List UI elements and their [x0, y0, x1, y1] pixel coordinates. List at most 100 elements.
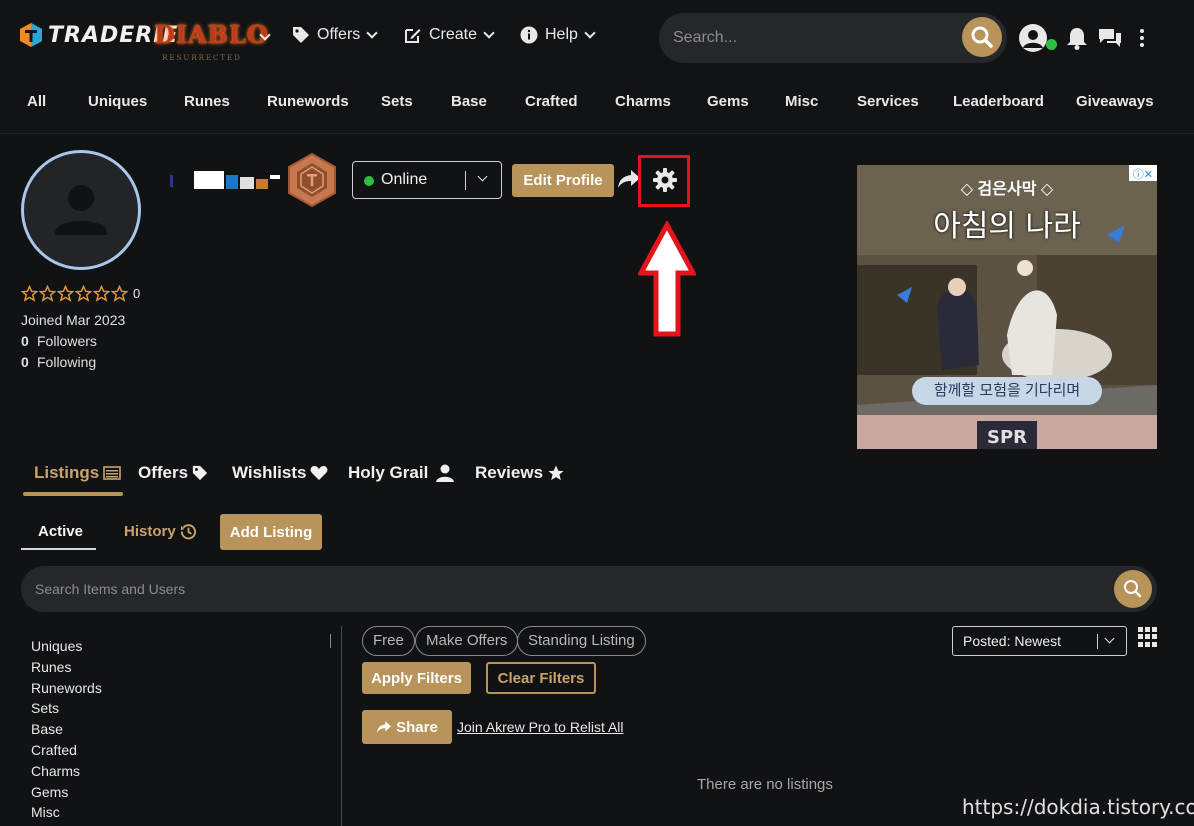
category-giveaways[interactable]: Giveaways [1076, 93, 1154, 110]
ad-tagline: 함께할 모험을 기다리며 [912, 377, 1102, 405]
select-divider [465, 171, 466, 190]
clear-filters-button[interactable]: Clear Filters [486, 662, 596, 694]
star-outline-icon [75, 285, 92, 302]
category-runewords[interactable]: Runewords [267, 93, 349, 110]
star-outline-icon [39, 285, 56, 302]
bell-icon[interactable] [1066, 26, 1088, 50]
filter-make-offers[interactable]: Make Offers [415, 626, 519, 656]
status-value: Online [381, 171, 428, 188]
star-outline-icon [21, 285, 38, 302]
listing-search-button[interactable] [1114, 570, 1152, 608]
joined-date: Joined Mar 2023 [21, 312, 126, 328]
status-select[interactable]: Online [352, 161, 502, 199]
category-runes[interactable]: Runes [184, 93, 230, 110]
svg-text:SPR: SPR [987, 427, 1027, 448]
advertisement-banner[interactable]: SPR ⓘ✕ ◇ 검은사막 ◇ 아침의 나라 함께할 모험을 기다리며 [857, 165, 1157, 449]
account-icon[interactable] [1019, 24, 1047, 52]
ad-title: ◇ 검은사막 ◇ [960, 181, 1054, 198]
sort-value: Posted: Newest [963, 633, 1062, 649]
sidebar-item-sets[interactable]: Sets [31, 698, 102, 719]
filter-standing-listing[interactable]: Standing Listing [517, 626, 646, 656]
nav-help[interactable]: Help [520, 26, 596, 44]
tab-holy-grail[interactable]: Holy Grail [348, 463, 455, 483]
game-logo[interactable]: DIABLO RESURRECTED [154, 12, 268, 68]
more-menu-icon[interactable] [1139, 29, 1145, 47]
sidebar-item-misc[interactable]: Misc [31, 802, 102, 823]
tag-icon [293, 27, 309, 43]
grid-view-icon[interactable] [1138, 627, 1158, 647]
category-charms[interactable]: Charms [615, 93, 671, 110]
rank-badge-icon [288, 152, 336, 208]
chevron-down-icon [483, 27, 495, 39]
category-gems[interactable]: Gems [707, 93, 749, 110]
sidebar-item-charms[interactable]: Charms [31, 761, 102, 782]
ad-headline: 아침의 나라 [933, 209, 1081, 244]
edit-icon [405, 29, 421, 43]
search-icon [1124, 580, 1142, 598]
info-icon [520, 26, 538, 44]
tab-listings[interactable]: Listings [34, 463, 121, 483]
category-base[interactable]: Base [451, 93, 487, 110]
category-leaderboard[interactable]: Leaderboard [953, 93, 1044, 110]
following-link[interactable]: 0 Following [21, 354, 96, 370]
user-icon [436, 464, 455, 482]
game-subtitle: RESURRECTED [162, 54, 242, 62]
profile-avatar[interactable] [21, 150, 141, 270]
filter-free[interactable]: Free [362, 626, 415, 656]
sidebar-category-list: Uniques Runes Runewords Sets Base Crafte… [31, 636, 102, 823]
sidebar-item-runes[interactable]: Runes [31, 657, 102, 678]
listing-search-input[interactable] [35, 578, 1035, 600]
following-label: Following [37, 354, 97, 370]
history-icon [180, 524, 196, 540]
star-outline-icon [93, 285, 110, 302]
subtab-active-underline [21, 548, 96, 550]
tab-wishlists[interactable]: Wishlists [232, 463, 328, 483]
rating-stars: 0 [21, 285, 140, 302]
relist-link[interactable]: Join Akrew Pro to Relist All [457, 719, 624, 735]
chat-icon[interactable] [1098, 27, 1122, 49]
subtab-history-label: History [124, 523, 176, 540]
site-search-input[interactable] [673, 26, 953, 50]
site-search-button[interactable] [962, 17, 1002, 57]
top-navbar: TRADERIE DIABLO RESURRECTED Offers Creat… [0, 0, 1194, 134]
followers-link[interactable]: 0 Followers [21, 333, 97, 349]
tab-reviews-label: Reviews [475, 463, 544, 482]
add-listing-button[interactable]: Add Listing [220, 514, 322, 550]
redacted-username [170, 171, 280, 189]
nav-offers-label: Offers [317, 26, 361, 43]
category-services[interactable]: Services [857, 93, 919, 110]
sort-select[interactable]: Posted: Newest [952, 626, 1127, 656]
nav-create[interactable]: Create [404, 26, 495, 44]
sidebar-item-gems[interactable]: Gems [31, 782, 102, 803]
edit-profile-button[interactable]: Edit Profile [512, 164, 614, 197]
sidebar-divider [330, 634, 331, 648]
chevron-down-icon [477, 171, 488, 182]
annotation-highlight-box [638, 155, 690, 207]
subtab-history[interactable]: History [124, 523, 197, 540]
sidebar-item-crafted[interactable]: Crafted [31, 740, 102, 761]
category-uniques[interactable]: Uniques [88, 93, 147, 110]
followers-label: Followers [37, 333, 97, 349]
share-button[interactable]: Share [362, 710, 452, 744]
tag-icon [192, 465, 208, 481]
category-crafted[interactable]: Crafted [525, 93, 578, 110]
chevron-down-icon [584, 27, 596, 39]
category-all[interactable]: All [27, 93, 46, 110]
sidebar-item-uniques[interactable]: Uniques [31, 636, 102, 657]
nav-offers[interactable]: Offers [292, 26, 378, 44]
sidebar-item-base[interactable]: Base [31, 719, 102, 740]
empty-state-text: There are no listings [697, 776, 833, 793]
category-misc[interactable]: Misc [785, 93, 818, 110]
online-status-dot [1046, 39, 1057, 50]
select-divider [1097, 634, 1098, 649]
tab-offers[interactable]: Offers [138, 463, 208, 483]
sidebar-item-runewords[interactable]: Runewords [31, 678, 102, 699]
apply-filters-button[interactable]: Apply Filters [362, 662, 471, 694]
share-button-label: Share [396, 718, 438, 736]
category-sets[interactable]: Sets [381, 93, 413, 110]
user-silhouette-icon [1023, 30, 1043, 48]
rating-count: 0 [133, 286, 141, 301]
subtab-active[interactable]: Active [38, 523, 83, 540]
tab-reviews[interactable]: Reviews [475, 463, 565, 483]
watermark: https://dokdia.tistory.com [962, 795, 1194, 819]
